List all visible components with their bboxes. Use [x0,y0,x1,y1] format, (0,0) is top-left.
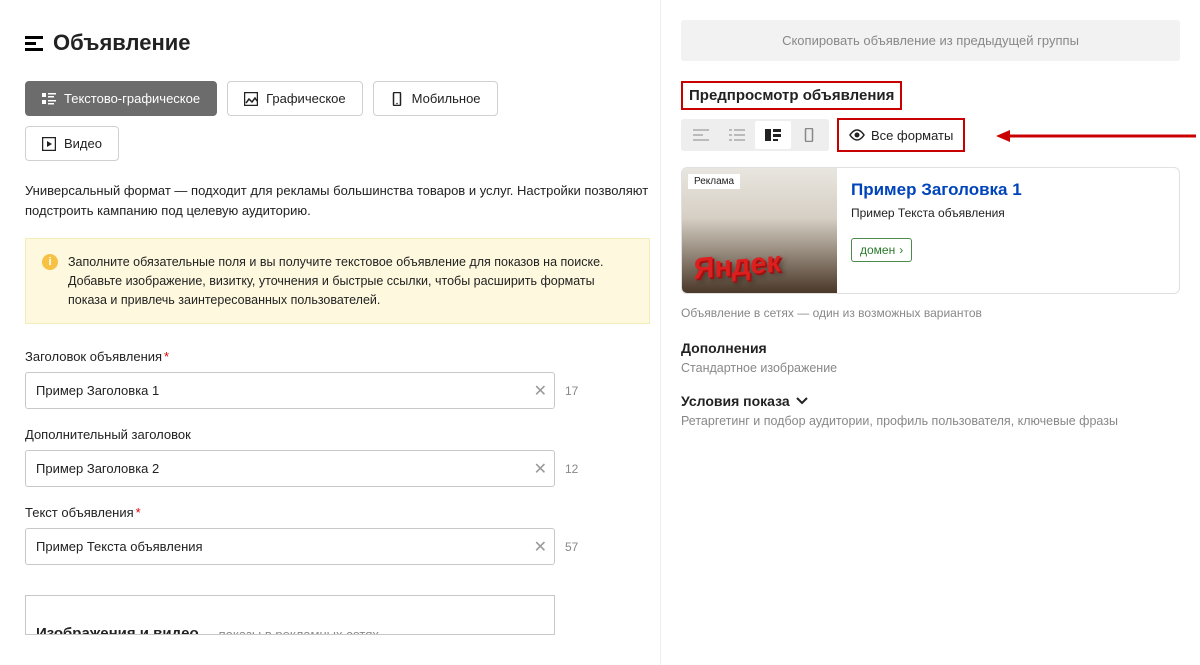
info-icon: i [42,254,58,270]
ad-preview-card: Реклама Яндек Пример Заголовка 1 Пример … [681,167,1180,294]
adtext-label: Текст объявления* [25,505,650,520]
additions-title: Дополнения [681,340,1180,356]
text-graphic-icon [42,92,56,106]
tab-label: Мобильное [412,91,481,106]
headline2-label: Дополнительный заголовок [25,427,650,442]
chevron-down-icon [796,397,808,405]
media-subtitle: показы в рекламных сетях [219,627,379,635]
chevron-right-icon: › [899,243,903,257]
media-title: Изображения и видео [36,625,199,635]
format-mobile[interactable] [791,121,827,149]
ad-preview-text: Пример Текста объявления [851,206,1165,220]
eye-icon [849,129,865,141]
tab-graphic[interactable]: Графическое [227,81,363,116]
headline2-input[interactable] [25,450,555,487]
image-icon [244,92,258,106]
play-icon [42,137,56,151]
conditions-title: Условия показа [681,393,790,409]
preview-title: Предпросмотр объявления [681,81,902,110]
yandex-logo-3d: Яндек [694,245,781,287]
format-text-left[interactable] [683,121,719,149]
alert-text: Заполните обязательные поля и вы получит… [68,253,633,309]
media-section[interactable]: Изображения и видео показы в рекламных с… [25,595,555,635]
tab-video[interactable]: Видео [25,126,119,161]
copy-previous-button[interactable]: Скопировать объявление из предыдущей гру… [681,20,1180,61]
clear-icon[interactable]: ✕ [534,381,547,401]
clear-icon[interactable]: ✕ [534,459,547,479]
ad-preview-title: Пример Заголовка 1 [851,180,1165,200]
arrow-annotation [996,126,1196,146]
conditions-sub: Ретаргетинг и подбор аудитории, профиль … [681,414,1180,428]
additions-sub: Стандартное изображение [681,361,1180,375]
tab-text-graphic[interactable]: Текстово-графическое [25,81,217,116]
headline-counter: 17 [565,384,578,398]
mobile-icon [390,92,404,106]
ad-domain-button[interactable]: домен › [851,238,912,262]
clear-icon[interactable]: ✕ [534,537,547,557]
format-description: Универсальный формат — подходит для рекл… [25,181,650,220]
preview-note: Объявление в сетях — один из возможных в… [681,306,1180,320]
page-title: Объявление [53,30,191,56]
adtext-counter: 57 [565,540,578,554]
alert-box: i Заполните обязательные поля и вы получ… [25,238,650,324]
conditions-toggle[interactable]: Условия показа [681,393,808,409]
ad-preview-image: Реклама Яндек [682,168,837,293]
all-formats-button[interactable]: Все форматы [837,118,965,152]
all-formats-label: Все форматы [871,128,953,143]
format-card[interactable] [755,121,791,149]
tab-label: Текстово-графическое [64,91,200,106]
headline-input[interactable] [25,372,555,409]
format-switcher [681,119,829,151]
page-title-icon [25,36,43,51]
ad-badge: Реклама [688,174,740,189]
headline2-counter: 12 [565,462,578,476]
adtext-input[interactable] [25,528,555,565]
format-list[interactable] [719,121,755,149]
tab-label: Графическое [266,91,346,106]
tab-mobile[interactable]: Мобильное [373,81,498,116]
headline-label: Заголовок объявления* [25,349,650,364]
tab-label: Видео [64,136,102,151]
